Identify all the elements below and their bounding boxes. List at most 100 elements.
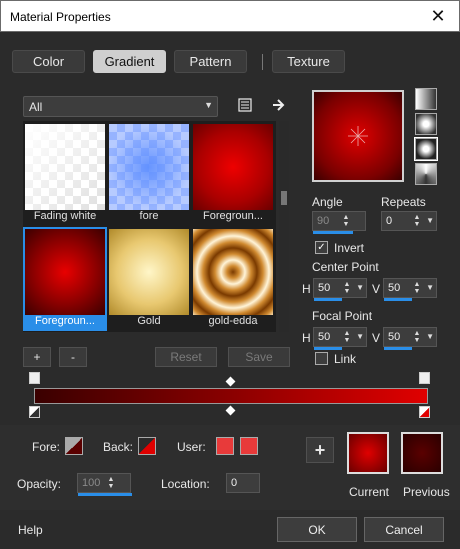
center-v-slider[interactable] [384,298,412,301]
location-field[interactable]: 0 [226,473,260,493]
back-swatch[interactable] [138,437,156,455]
focal-v-slider[interactable] [384,347,412,350]
spin-arrows-icon[interactable]: ▲ ▼ [342,330,352,344]
repeats-spinner[interactable]: 0 ▲ ▼ ▼ [381,211,437,231]
arrow-right-icon[interactable] [270,96,288,114]
location-value: 0 [231,477,238,489]
gallery-item[interactable]: Fading white [25,124,105,224]
gallery-item-label: Gold [137,315,161,327]
opacity-midpoint[interactable] [225,376,236,387]
save-button[interactable]: Save [228,347,290,367]
tab-separator [262,54,263,70]
center-v-value: 50 [388,282,401,294]
chevron-down-icon[interactable]: ▼ [426,216,434,225]
focal-h-spinner[interactable]: 50 ▲ ▼ ▼ [313,327,367,350]
spin-arrows-icon[interactable]: ▲ ▼ [341,214,351,228]
gallery-item-label: fore [139,210,159,222]
list-view-icon[interactable] [236,96,254,114]
gradient-swatch [25,229,105,315]
remove-gradient-button[interactable]: - [59,347,87,367]
scrollbar-thumb[interactable] [281,191,287,205]
rectangular-style-icon[interactable] [415,113,437,135]
linear-style-icon[interactable] [415,88,437,110]
invert-label: Invert [334,241,365,255]
gallery-item[interactable]: fore [109,124,189,224]
gallery-item-label: Foregroun... [35,315,95,327]
focal-h-value: 50 [318,331,331,343]
color-midpoint[interactable] [225,405,236,416]
category-select[interactable]: All ▼ [23,96,218,117]
gallery-item[interactable]: Gold [109,229,189,329]
title-bar: Material Properties ✕ [0,0,460,32]
sunburst-style-icon[interactable] [414,137,438,161]
gallery-item-label: Fading white [33,210,97,222]
current-label: Current [349,485,390,499]
opacity-spinner[interactable]: 100 ▲ ▼ [77,473,132,496]
chevron-down-icon[interactable]: ▼ [426,332,434,341]
gradient-preview [312,90,404,182]
gallery-item[interactable]: Foregroun... [193,124,273,224]
chevron-down-icon[interactable]: ▼ [426,283,434,292]
color-stop-left[interactable] [29,406,40,418]
gradient-swatch [109,124,189,210]
focal-point-label: Focal Point [312,309,373,323]
link-checkbox[interactable] [315,352,328,365]
tab-gradient[interactable]: Gradient [93,50,166,73]
spin-arrows-icon[interactable]: ▲ ▼ [412,214,422,228]
add-swatch-button[interactable]: + [306,437,334,463]
user-swatch-1[interactable] [216,437,234,455]
previous-swatch [401,432,443,474]
center-h-spinner[interactable]: 50 ▲ ▼ ▼ [313,278,367,301]
help-link[interactable]: Help [18,523,43,537]
chevron-down-icon: ▼ [204,100,213,110]
focal-h-label: H [302,331,311,345]
opacity-stop-left[interactable] [29,372,40,384]
tab-color[interactable]: Color [12,50,85,73]
fore-swatch[interactable] [65,437,83,455]
gradient-swatch [193,229,273,315]
repeats-value: 0 [386,215,393,227]
close-icon[interactable]: ✕ [417,1,459,31]
ok-button[interactable]: OK [277,517,357,542]
focal-h-slider[interactable] [314,347,342,350]
gradient-swatch [193,124,273,210]
focal-v-spinner[interactable]: 50 ▲ ▼ ▼ [383,327,437,350]
previous-label: Previous [403,485,450,499]
gradient-swatch [109,229,189,315]
angle-spinner[interactable]: 90 ▲ ▼ [312,211,366,234]
center-v-label: V [372,282,381,296]
radial-style-icon[interactable] [415,163,437,185]
gradient-swatch [25,124,105,210]
color-stop-right[interactable] [419,406,430,418]
chevron-down-icon[interactable]: ▼ [356,332,364,341]
spin-arrows-icon[interactable]: ▲ ▼ [342,281,352,295]
invert-checkbox[interactable]: ✓ [315,241,328,254]
gallery-scrollbar[interactable] [279,121,289,332]
user-swatch-2[interactable] [240,437,258,455]
gallery-item-selected[interactable]: Foregroun... [23,227,107,331]
center-h-value: 50 [318,282,331,294]
gradient-editor-bar[interactable] [34,388,428,404]
user-label: User: [177,440,206,454]
back-label: Back: [103,440,134,454]
opacity-stop-right[interactable] [419,372,430,384]
tab-pattern[interactable]: Pattern [174,50,247,73]
cancel-button[interactable]: Cancel [364,517,444,542]
center-h-slider[interactable] [314,298,342,301]
tab-texture[interactable]: Texture [272,50,345,73]
opacity-slider[interactable] [78,493,132,496]
location-label: Location: [161,477,210,491]
angle-label: Angle [312,195,343,209]
spin-arrows-icon[interactable]: ▲ ▼ [412,281,422,295]
chevron-down-icon[interactable]: ▼ [356,283,364,292]
gallery-item[interactable]: gold-edda [193,229,273,329]
center-v-spinner[interactable]: 50 ▲ ▼ ▼ [383,278,437,301]
spin-arrows-icon[interactable]: ▲ ▼ [412,330,422,344]
gradient-gallery: Fading white fore Foregroun... Foregroun… [23,121,276,332]
spin-arrows-icon[interactable]: ▲ ▼ [106,476,116,490]
category-value: All [29,100,43,114]
add-gradient-button[interactable]: + [23,347,51,367]
reset-button[interactable]: Reset [155,347,217,367]
angle-slider[interactable] [313,231,353,234]
opacity-value: 100 [82,477,101,489]
